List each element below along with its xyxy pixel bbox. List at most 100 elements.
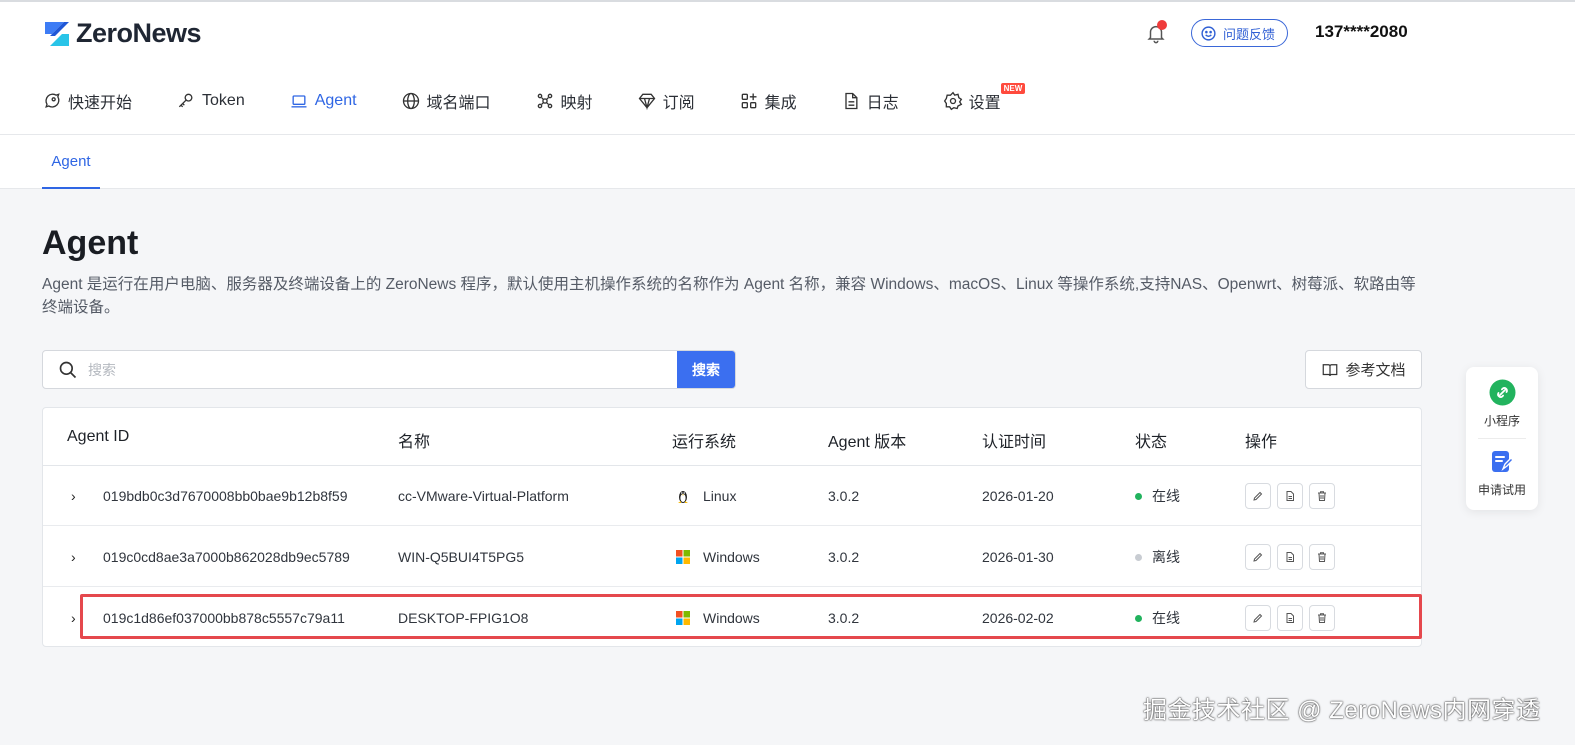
- row-actions: [1245, 527, 1341, 587]
- sub-tab-bar: Agent: [0, 135, 1575, 189]
- globe-icon: [402, 92, 419, 110]
- search-bar: 搜索: [42, 350, 736, 389]
- link-icon: [1489, 379, 1515, 406]
- edit-button[interactable]: [1245, 605, 1271, 631]
- file-icon: [1286, 613, 1294, 623]
- log-button[interactable]: [1277, 483, 1303, 509]
- table-row[interactable]: › 019c1d86ef037000bb878c5557c79a11 DESKT…: [43, 588, 1421, 648]
- pencil-icon: [1253, 552, 1263, 562]
- os-label: Windows: [703, 610, 760, 626]
- key-icon: [178, 93, 193, 108]
- nav-label: 集成: [764, 95, 797, 112]
- status-label: 离线: [1152, 549, 1180, 565]
- feedback-label: 问题反馈: [1223, 26, 1276, 42]
- edit-button[interactable]: [1245, 544, 1271, 570]
- miniprogram-label: 小程序: [1483, 414, 1520, 428]
- nav-item-mapping[interactable]: 映射: [535, 89, 593, 113]
- new-badge: NEW: [1000, 83, 1026, 94]
- log-button[interactable]: [1277, 544, 1303, 570]
- file-icon: [1286, 552, 1294, 562]
- agent-name: cc-VMware-Virtual-Platform: [398, 488, 569, 504]
- expand-chevron-icon[interactable]: ›: [71, 588, 76, 648]
- diamond-icon: [638, 93, 655, 111]
- windows-icon: [676, 550, 690, 564]
- nav-item-token[interactable]: Token: [176, 91, 245, 111]
- column-header: 名称: [398, 434, 431, 451]
- divider: [1478, 438, 1526, 439]
- user-account[interactable]: 137****2080: [1315, 22, 1408, 42]
- search-input[interactable]: [88, 351, 677, 388]
- search-button[interactable]: 搜索: [677, 351, 735, 388]
- floating-side-panel: 小程序 申请试用: [1466, 367, 1538, 510]
- search-icon: [59, 361, 77, 378]
- nav-label: 快速开始: [68, 95, 133, 112]
- agent-version: 3.0.2: [828, 610, 860, 626]
- agent-table: Agent ID 名称 运行系统 Agent 版本 认证时间 状态 操作 › 0…: [42, 407, 1422, 647]
- status-dot: [1135, 553, 1142, 561]
- trial-label: 申请试用: [1477, 483, 1526, 497]
- nav-item-quickstart[interactable]: 快速开始: [42, 89, 132, 113]
- table-row[interactable]: › 019bdb0c3d7670008bb0bae9b12b8f59 cc-VM…: [43, 466, 1421, 526]
- nav-item-agent[interactable]: Agent: [289, 91, 357, 111]
- agent-os: Windows: [675, 588, 760, 648]
- page-title: Agent: [42, 224, 139, 262]
- nav-label: 日志: [866, 95, 899, 112]
- nav-label: 设置: [968, 95, 1001, 112]
- row-actions: [1245, 466, 1341, 526]
- status: 在线: [1135, 588, 1180, 648]
- nav-label: 域名端口: [426, 95, 491, 112]
- nav-item-logs[interactable]: 日志: [841, 89, 899, 113]
- column-header: 状态: [1135, 434, 1168, 451]
- trial-button[interactable]: 申请试用: [1466, 449, 1538, 498]
- delete-button[interactable]: [1309, 544, 1335, 570]
- status: 离线: [1135, 527, 1180, 587]
- nav-item-integration[interactable]: 集成: [739, 89, 797, 113]
- table-header: Agent ID 名称 运行系统 Agent 版本 认证时间 状态 操作: [43, 408, 1421, 466]
- auth-time: 2026-01-30: [982, 549, 1054, 565]
- main-nav: 快速开始 Token Agent 域名端口 映射 订阅 集成 日志 设置 NEW: [42, 83, 1045, 114]
- top-header: ZeroNews 问题反馈 137****2080 快速开始 Token Age…: [0, 0, 1575, 135]
- watermark-text: 掘金技术社区 @ ZeroNews内网穿透: [1143, 697, 1541, 724]
- delete-button[interactable]: [1309, 605, 1335, 631]
- nav-label: Token: [202, 92, 245, 109]
- status-dot: [1135, 492, 1142, 500]
- auth-time: 2026-02-02: [982, 610, 1054, 626]
- agent-os: Windows: [675, 527, 760, 587]
- expand-chevron-icon[interactable]: ›: [71, 466, 76, 526]
- agent-name: DESKTOP-FPIG1O8: [398, 610, 529, 626]
- logo[interactable]: ZeroNews: [42, 18, 202, 49]
- document-icon: [844, 92, 858, 110]
- trash-icon: [1318, 613, 1326, 623]
- feedback-button[interactable]: 问题反馈: [1191, 19, 1289, 47]
- delete-button[interactable]: [1309, 483, 1335, 509]
- book-icon: [1323, 363, 1338, 376]
- mapping-icon: [537, 93, 552, 109]
- logo-text: ZeroNews: [76, 18, 202, 48]
- trash-icon: [1318, 491, 1326, 501]
- docs-button[interactable]: 参考文档: [1305, 350, 1422, 389]
- expand-chevron-icon[interactable]: ›: [71, 527, 76, 587]
- agent-id: 019c0cd8ae3a7000b862028db9ec5789: [103, 549, 350, 565]
- table-row[interactable]: › 019c0cd8ae3a7000b862028db9ec5789 WIN-Q…: [43, 527, 1421, 587]
- nav-label: 映射: [560, 95, 593, 112]
- log-button[interactable]: [1277, 605, 1303, 631]
- miniprogram-button[interactable]: 小程序: [1466, 379, 1538, 429]
- nav-item-domain-port[interactable]: 域名端口: [401, 89, 491, 113]
- tab-agent[interactable]: Agent: [42, 135, 100, 189]
- nav-label: Agent: [314, 92, 357, 109]
- os-label: Linux: [703, 488, 737, 504]
- nav-item-subscription[interactable]: 订阅: [637, 89, 695, 113]
- status-label: 在线: [1152, 488, 1180, 504]
- row-actions: [1245, 588, 1341, 648]
- auth-time: 2026-01-20: [982, 488, 1054, 504]
- apply-form-icon: [1492, 451, 1514, 472]
- nav-item-settings[interactable]: 设置 NEW: [943, 83, 1026, 113]
- agent-version: 3.0.2: [828, 488, 860, 504]
- rocket-icon: [45, 93, 60, 108]
- edit-button[interactable]: [1245, 483, 1271, 509]
- column-header: Agent 版本: [828, 434, 907, 451]
- laptop-icon: [291, 95, 307, 108]
- docs-label: 参考文档: [1345, 362, 1406, 379]
- windows-icon: [676, 611, 690, 625]
- status-dot: [1135, 614, 1142, 622]
